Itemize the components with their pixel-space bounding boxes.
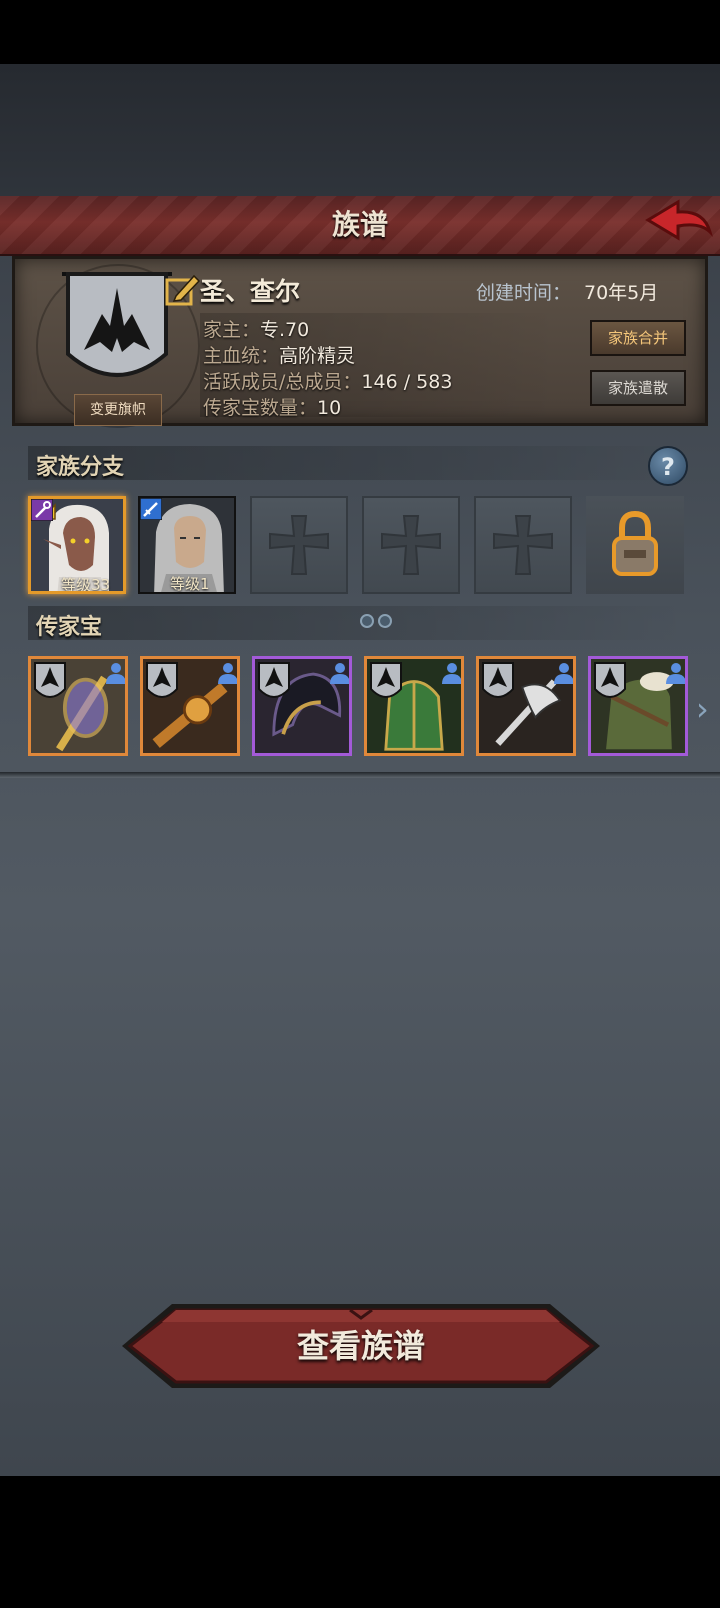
change-banner-button[interactable]: 变更旗帜 [74,394,162,426]
bloodline-value: 高阶精灵 [279,345,356,367]
members-row: 活跃成员/总成员：146 / 583 [203,367,452,394]
leader-label: 家主： [203,319,261,341]
chevron-right-icon[interactable]: › [696,690,709,728]
back-arrow-icon[interactable] [644,198,714,252]
page-indicator-dot [360,614,374,628]
branches-section-bar [28,446,688,480]
heirloom-item-battle-axe[interactable] [476,656,576,756]
padlock-icon [612,510,658,576]
heirloom-item-fur-armor[interactable] [588,656,688,756]
person-icon [442,663,461,684]
member-level: 等级1 [170,575,210,593]
locked-branch-slot[interactable] [586,496,684,594]
empty-branch-slot[interactable] [362,496,460,594]
members-label: 活跃成员/总成员： [203,371,362,393]
person-icon [666,663,685,684]
cross-icon [269,515,329,575]
heirloom-item-green-armor[interactable] [364,656,464,756]
cross-icon [381,515,441,575]
leader-value: 专.70 [260,319,310,341]
person-icon [330,663,349,684]
members-value: 146 / 583 [361,371,453,393]
person-icon [218,663,237,684]
edit-name-icon[interactable] [164,270,202,308]
heirlooms-title: 传家宝 [36,615,103,640]
page-indicator-dot [378,614,392,628]
crest-badge-icon [594,662,626,698]
heirloom-item-ornate-sword[interactable] [140,656,240,756]
branches-title: 家族分支 [36,455,125,480]
family-merge-button[interactable]: 家族合并 [590,320,686,356]
help-icon[interactable]: ? [648,446,688,486]
crest-badge-icon [370,662,402,698]
family-crest-shield-icon[interactable] [62,268,172,398]
title-bar: 族谱 [0,196,720,256]
status-bar-area [0,0,720,64]
staff-role-icon [31,499,53,521]
person-icon [106,663,125,684]
bloodline-label: 主血统： [203,345,280,367]
bloodline-row: 主血统：高阶精灵 [203,341,355,368]
heirloom-count-value: 10 [317,397,342,419]
family-disband-button[interactable]: 家族遣散 [590,370,686,406]
sword-role-icon [140,498,162,520]
empty-branch-slot[interactable] [474,496,572,594]
leader-row: 家主：专.70 [203,315,309,342]
page-title: 族谱 [331,208,388,241]
heirloom-count-row: 传家宝数量：10 [203,393,341,420]
member-level: 等级33 [61,576,111,594]
family-name: 圣、查尔 [200,277,301,306]
crest-badge-icon [146,662,178,698]
top-dark-band [0,64,720,196]
heirloom-count-label: 传家宝数量： [203,397,318,419]
crest-badge-icon [258,662,290,698]
heirloom-item-dark-helmet[interactable] [252,656,352,756]
crest-badge-icon [34,662,66,698]
section-divider [0,772,720,778]
empty-branch-slot[interactable] [250,496,348,594]
view-genealogy-button[interactable]: 查看族谱 [120,1302,602,1390]
person-icon [554,663,573,684]
crest-badge-icon [482,662,514,698]
cross-icon [493,515,553,575]
created-value: 70年5月 [584,282,659,304]
branch-member-slot[interactable]: 等级33 [28,496,126,594]
heirloom-item-golden-staff[interactable] [28,656,128,756]
navigation-bar-area [0,1476,720,1608]
branch-member-slot[interactable]: 等级1 [138,496,236,594]
heirlooms-section-bar [28,606,688,640]
created-label: 创建时间： [476,282,572,304]
